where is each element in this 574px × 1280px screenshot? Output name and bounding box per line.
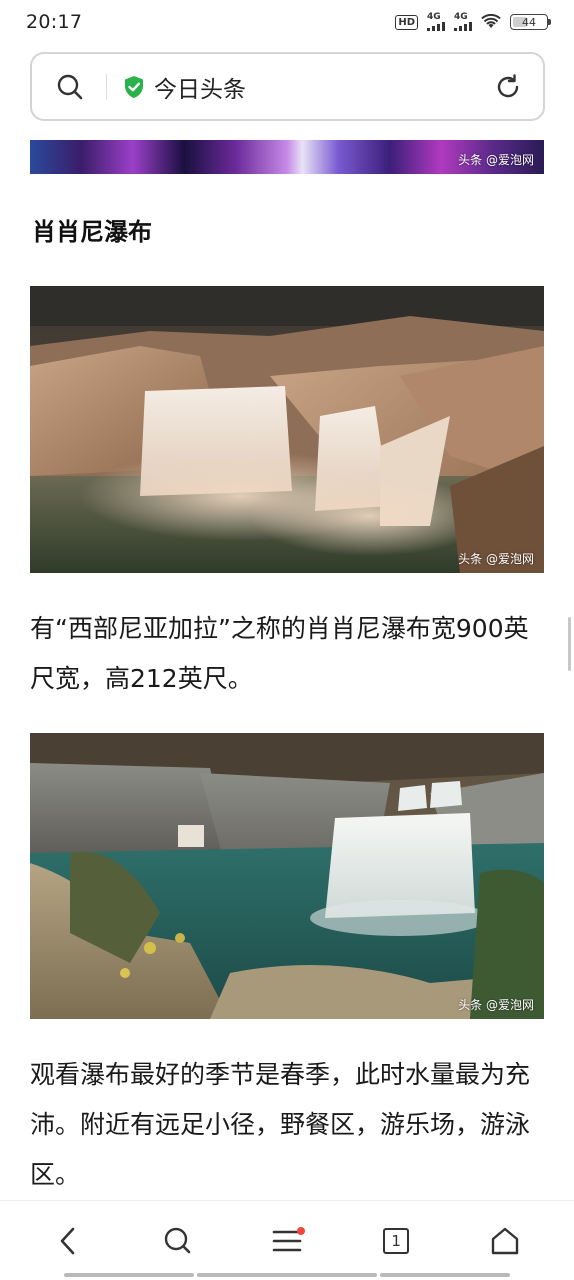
gesture-bar-3 xyxy=(380,1273,510,1277)
network-type-2: 4G xyxy=(454,12,468,22)
article-image-waterfall-2: 头条 @爱泡网 xyxy=(30,733,544,1019)
article-image-waterfall-1: 头条 @爱泡网 xyxy=(30,286,544,573)
battery-level: 44 xyxy=(522,15,536,29)
address-separator xyxy=(106,73,107,100)
tab-count: 1 xyxy=(391,1231,401,1250)
search-icon xyxy=(164,1227,191,1253)
gesture-bar-1 xyxy=(64,1273,194,1277)
signal-icon-2: 4G xyxy=(454,13,472,31)
wifi-icon xyxy=(481,14,501,28)
section-title: 肖肖尼瀑布 xyxy=(32,218,152,246)
image-watermark: 头条 @爱泡网 xyxy=(458,552,534,566)
status-time: 20:17 xyxy=(26,11,83,33)
tabs-button[interactable]: 1 xyxy=(366,1211,426,1271)
battery-icon: 44 xyxy=(510,14,551,30)
hd-icon: HD xyxy=(395,14,418,30)
search-button[interactable] xyxy=(148,1211,208,1271)
notification-dot xyxy=(296,1226,305,1235)
home-icon xyxy=(492,1227,519,1254)
image-watermark: 头条 @爱泡网 xyxy=(458,998,534,1012)
menu-button[interactable] xyxy=(257,1211,317,1271)
signal-icon-1: 4G xyxy=(427,13,445,31)
search-icon[interactable] xyxy=(56,73,84,101)
back-button[interactable] xyxy=(39,1211,99,1271)
article-paragraph-1: 有“西部尼亚加拉”之称的肖肖尼瀑布宽900英尺宽，高212英尺。 xyxy=(30,614,529,693)
back-icon xyxy=(60,1227,74,1254)
home-button[interactable] xyxy=(475,1211,535,1271)
verified-shield-icon xyxy=(125,75,143,98)
gesture-bar-2 xyxy=(197,1273,377,1277)
bottom-navigation: 1 xyxy=(0,1200,574,1280)
scroll-indicator[interactable] xyxy=(568,617,571,671)
address-bar[interactable]: 今日头条 xyxy=(30,52,545,121)
image-watermark: 头条 @爱泡网 xyxy=(458,153,534,167)
refresh-icon[interactable] xyxy=(493,72,523,102)
status-bar: 20:17 HD 4G 4G 44 xyxy=(0,0,574,44)
status-icons: HD 4G 4G 44 xyxy=(395,13,551,31)
site-title[interactable]: 今日头条 xyxy=(154,70,493,104)
article-image-top: 头条 @爱泡网 xyxy=(30,140,544,174)
article-paragraph-2: 观看瀑布最好的季节是春季，此时水量最为充沛。附近有远足小径，野餐区，游乐场，游泳… xyxy=(30,1060,531,1189)
network-type-1: 4G xyxy=(427,12,441,22)
tabs-icon: 1 xyxy=(383,1227,410,1254)
